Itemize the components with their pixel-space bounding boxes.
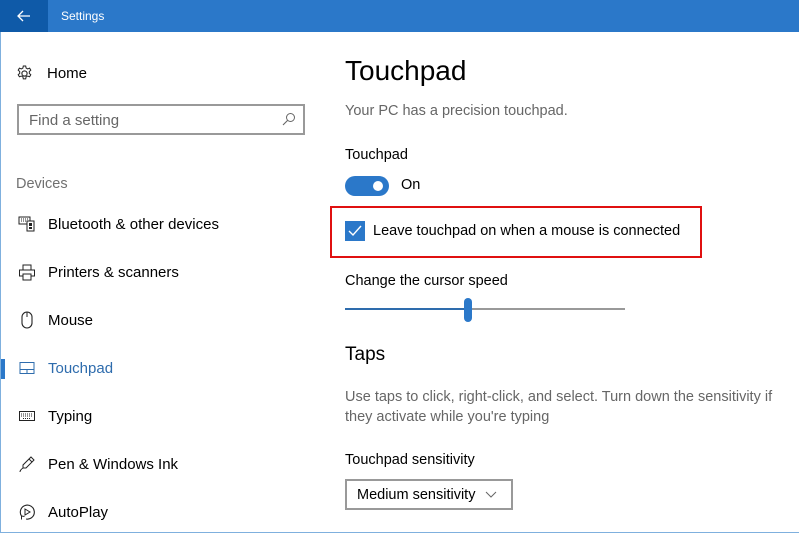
sidebar-item-label: AutoPlay (48, 503, 109, 521)
home-label: Home (47, 64, 88, 82)
touchpad-icon (17, 361, 37, 375)
sidebar-item-label: Typing (48, 407, 93, 425)
sidebar-item-bluetooth[interactable]: Bluetooth & other devices (0, 206, 300, 242)
printer-icon (17, 264, 37, 281)
back-button[interactable] (0, 0, 48, 32)
sidebar-item-touchpad[interactable]: Touchpad (0, 350, 300, 386)
sidebar-home[interactable]: Home (16, 60, 87, 86)
sidebar-item-label: Printers & scanners (48, 263, 179, 281)
title-bar: Settings (0, 0, 799, 32)
keyboard-icon (17, 411, 37, 421)
touchpad-toggle-label: Touchpad (345, 147, 408, 163)
sidebar-item-mouse[interactable]: Mouse (0, 302, 300, 338)
slider-fill (345, 308, 469, 310)
chevron-down-icon (485, 491, 497, 498)
sidebar-item-label: Mouse (48, 311, 94, 329)
cursor-speed-slider[interactable] (345, 298, 625, 322)
slider-thumb[interactable] (464, 298, 473, 322)
mouse-icon (17, 311, 37, 329)
window-title: Settings (61, 9, 105, 23)
sidebar-item-printers[interactable]: Printers & scanners (0, 254, 300, 290)
gear-icon (17, 65, 32, 79)
bluetooth-devices-icon (17, 216, 37, 232)
search-box[interactable] (17, 104, 305, 135)
taps-description: Use taps to click, right-click, and sele… (345, 389, 773, 425)
leave-touchpad-on-checkbox-row[interactable]: Leave touchpad on when a mouse is connec… (345, 221, 680, 241)
autoplay-icon (17, 503, 37, 521)
pen-icon (17, 455, 37, 473)
cursor-speed-label: Change the cursor speed (345, 273, 508, 289)
sidebar-item-label: Touchpad (48, 359, 114, 377)
search-icon[interactable] (282, 112, 296, 126)
sidebar-item-label: Bluetooth & other devices (48, 215, 219, 233)
sidebar-item-pen[interactable]: Pen & Windows Ink (0, 446, 300, 482)
checkbox-label: Leave touchpad on when a mouse is connec… (373, 223, 681, 239)
sensitivity-label: Touchpad sensitivity (345, 452, 475, 468)
devices-section-label: Devices (16, 176, 68, 192)
touchpad-toggle[interactable] (345, 176, 389, 196)
sensitivity-dropdown[interactable]: Medium sensitivity (345, 479, 513, 510)
page-title: Touchpad (345, 55, 467, 86)
taps-section-title: Taps (345, 344, 386, 365)
leave-touchpad-on-checkbox[interactable] (345, 221, 365, 241)
sidebar-item-label: Pen & Windows Ink (48, 455, 179, 473)
sidebar-item-autoplay[interactable]: AutoPlay (0, 494, 300, 530)
back-arrow-icon (17, 10, 30, 22)
toggle-knob (373, 181, 383, 191)
toggle-state-label: On (401, 177, 421, 193)
page-description: Your PC has a precision touchpad. (345, 103, 568, 119)
sidebar-item-typing[interactable]: Typing (0, 398, 300, 434)
search-input[interactable] (29, 110, 279, 130)
checkmark-icon (348, 225, 362, 237)
sensitivity-selected-value: Medium sensitivity (357, 486, 476, 503)
